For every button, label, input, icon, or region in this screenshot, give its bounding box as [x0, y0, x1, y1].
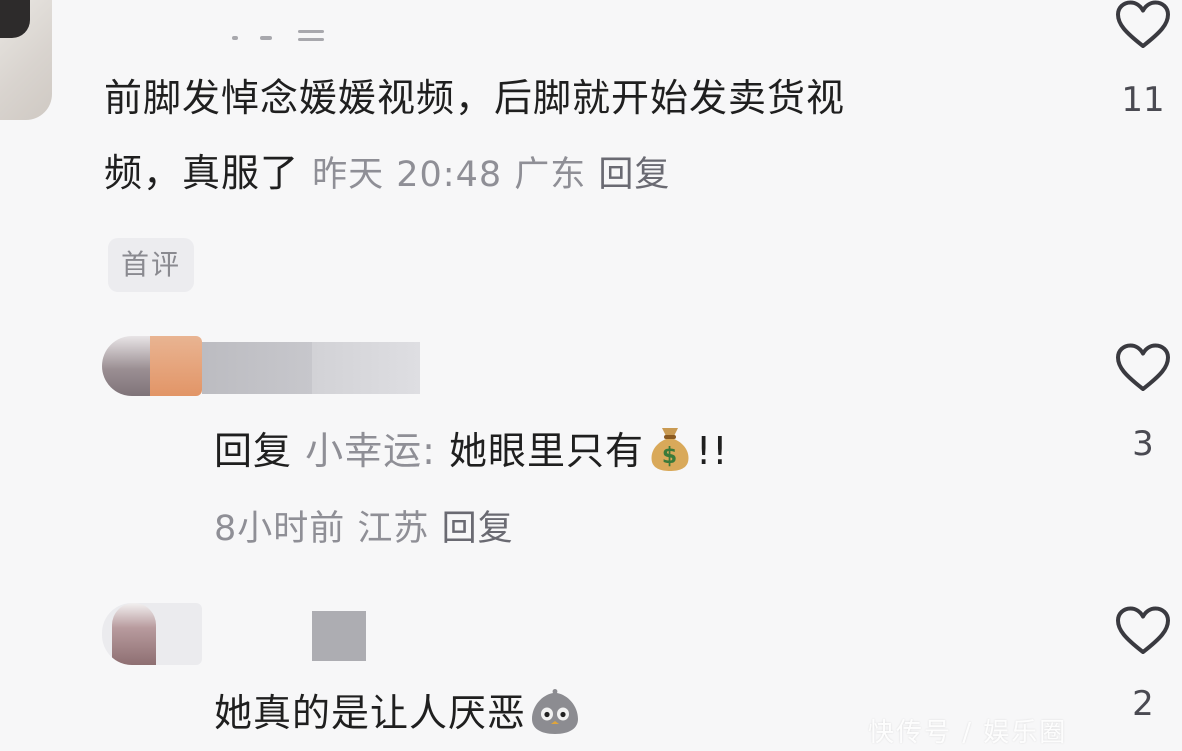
like-count: 11 [1121, 80, 1165, 120]
heart-icon [1116, 606, 1170, 654]
username-blurred [312, 342, 420, 394]
comment-text: 频，真服了 [104, 151, 300, 195]
heart-icon [1116, 0, 1170, 48]
reply-button[interactable]: 回复 [442, 509, 514, 549]
like-count: 2 [1132, 684, 1154, 724]
comment-body: 她眼里只有 [449, 429, 645, 473]
comment-location: 广东 [514, 155, 587, 195]
comment-suffix: !! [696, 429, 729, 473]
comment-text: 回复 小幸运: 她眼里只有 $ !! [214, 424, 729, 472]
like-button[interactable] [1115, 606, 1171, 660]
ghost-face-icon [532, 689, 579, 734]
like-button[interactable] [1115, 343, 1171, 397]
comment-text: 她真的是让人厌恶 [214, 686, 582, 736]
reply-prefix: 回复 [214, 429, 293, 473]
avatar[interactable] [102, 336, 202, 396]
comment-time: 8小时前 [214, 509, 346, 549]
heart-icon [1116, 343, 1170, 391]
avatar[interactable] [102, 603, 202, 665]
reply-to-user[interactable]: 小幸运: [305, 429, 436, 473]
comment-body: 她真的是让人厌恶 [214, 691, 527, 735]
comment-time: 昨天 20:48 [312, 155, 503, 195]
comment-location: 江苏 [357, 509, 430, 549]
like-button[interactable] [1115, 0, 1171, 54]
comment-text-line1: 前脚发悼念媛媛视频，后脚就开始发卖货视 [104, 76, 846, 120]
reply-button[interactable]: 回复 [598, 155, 670, 195]
first-comment-badge: 首评 [108, 238, 194, 292]
money-bag-icon: $ [651, 428, 689, 471]
username-blurred[interactable] [202, 342, 312, 394]
watermark: 快传号 / 娱乐圈 [868, 718, 1068, 748]
comment-meta: 昨天 20:48 广东 回复 [312, 155, 670, 195]
username-blurred[interactable] [312, 611, 366, 661]
username-blurred[interactable] [232, 30, 328, 42]
svg-text:$: $ [662, 444, 678, 469]
comment-text-line2: 频，真服了 昨天 20:48 广东 回复 [104, 154, 670, 193]
like-count: 3 [1132, 424, 1154, 464]
comment-meta: 8小时前 江苏 回复 [214, 500, 514, 551]
